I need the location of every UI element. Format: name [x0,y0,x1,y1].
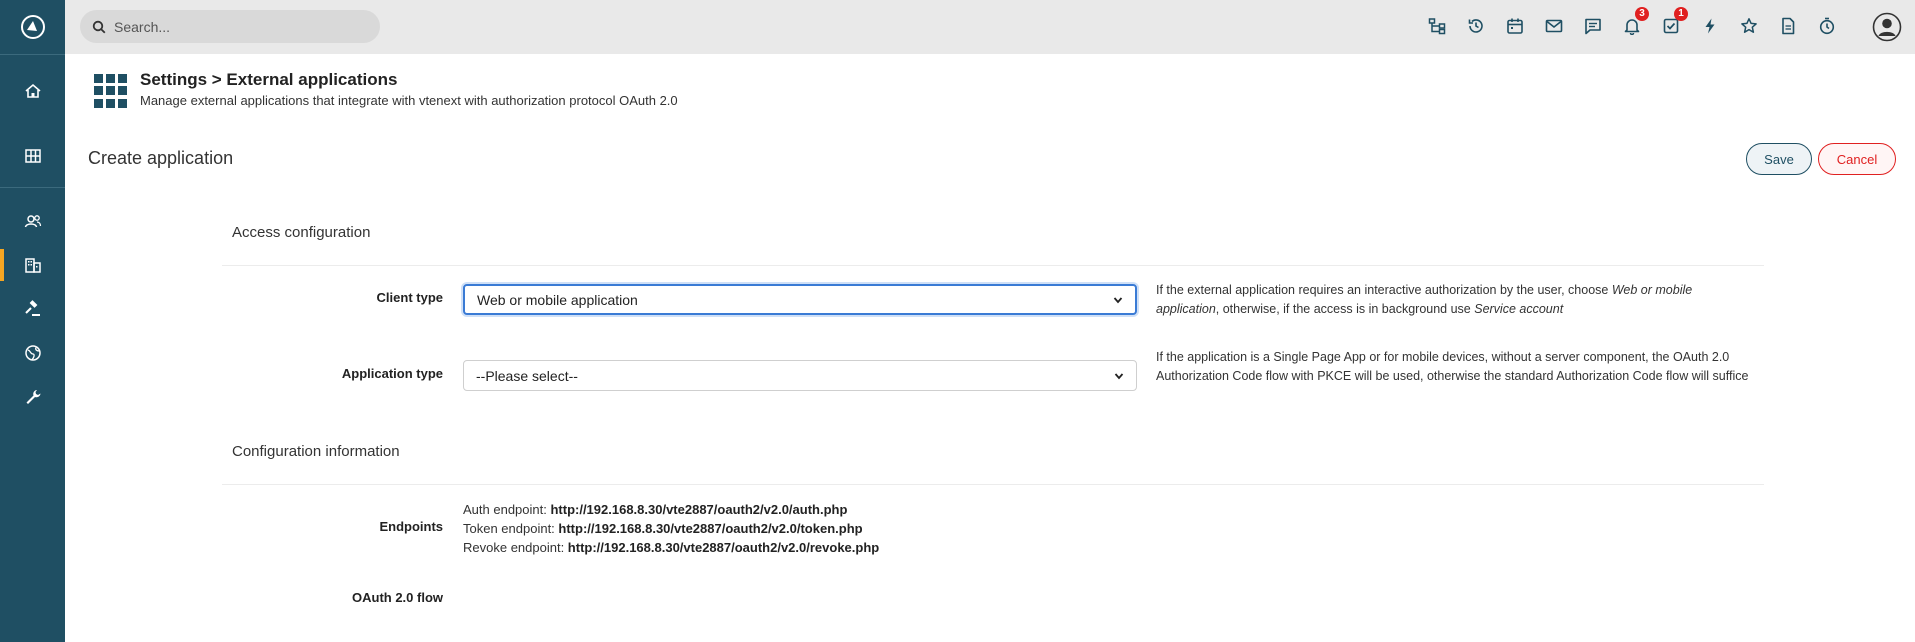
search-box[interactable] [80,10,380,43]
application-type-select[interactable]: --Please select-- [463,360,1137,391]
client-type-label: Client type [376,290,443,305]
notification-badge: 3 [1635,7,1649,21]
client-type-help: If the external application requires an … [1156,281,1756,319]
hierarchy-icon[interactable] [1425,14,1449,38]
divider [222,484,1764,485]
search-icon [92,20,106,33]
client-type-value: Web or mobile application [477,291,638,308]
application-type-value: --Please select-- [476,367,578,384]
save-button[interactable]: Save [1746,143,1812,175]
section-title: Create application [88,148,234,168]
chevron-down-icon [1114,372,1124,379]
sidebar-divider [0,54,65,55]
access-configuration-title: Access configuration [232,224,371,241]
token-endpoint-url: http://192.168.8.30/vte2887/oauth2/v2.0/… [558,521,863,536]
revoke-endpoint-label: Revoke endpoint: [463,540,568,555]
revoke-endpoint-url: http://192.168.8.30/vte2887/oauth2/v2.0/… [567,540,880,555]
sidebar-divider [0,187,65,188]
auth-endpoint-url: http://192.168.8.30/vte2887/oauth2/v2.0/… [550,502,848,517]
timer-icon[interactable] [1815,14,1839,38]
client-type-help-service: Service account [1474,302,1564,316]
grid-icon[interactable] [0,134,65,178]
building-icon[interactable] [0,243,65,287]
chat-icon[interactable] [1581,14,1605,38]
star-icon[interactable] [1737,14,1761,38]
users-icon[interactable] [0,199,65,243]
token-endpoint-label: Token endpoint: [463,521,559,536]
bell-icon[interactable]: 3 [1620,7,1649,38]
page-subtitle: Manage external applications that integr… [140,93,678,108]
calendar-icon[interactable] [1503,14,1527,38]
revoke-endpoint: Revoke endpoint: http://192.168.8.30/vte… [463,540,879,555]
document-icon[interactable] [1776,14,1800,38]
client-type-help-text: If the external application requires an … [1156,283,1612,297]
avatar[interactable] [1870,10,1904,44]
chevron-down-icon [1113,296,1123,303]
search-input[interactable] [114,18,364,35]
client-type-help-text-2: , otherwise, if the access is in backgro… [1215,302,1475,316]
configuration-information-title: Configuration information [232,443,400,460]
apps-grid-icon [94,74,128,108]
home-icon[interactable] [0,69,65,113]
task-check-icon[interactable]: 1 [1659,7,1688,38]
application-type-help: If the application is a Single Page App … [1156,350,1749,383]
wrench-icon[interactable] [0,375,65,419]
auth-endpoint-label: Auth endpoint: [463,502,551,517]
page-title: Settings > External applications [140,70,398,89]
token-endpoint: Token endpoint: http://192.168.8.30/vte2… [463,521,863,536]
mail-icon[interactable] [1542,14,1566,38]
history-icon[interactable] [1464,14,1488,38]
endpoints-label: Endpoints [379,519,443,534]
app-logo-icon[interactable] [0,0,65,54]
top-bar: 3 1 [65,0,1915,54]
user-avatar-icon [1872,12,1902,42]
oauth-flow-label: OAuth 2.0 flow [352,590,443,605]
lightning-icon[interactable] [1698,14,1722,38]
cancel-button[interactable]: Cancel [1818,143,1896,175]
client-type-select[interactable]: Web or mobile application [463,284,1137,315]
auth-endpoint: Auth endpoint: http://192.168.8.30/vte28… [463,502,847,517]
application-type-label: Application type [341,366,443,381]
divider [222,265,1764,266]
sidebar [0,0,65,642]
tasks-badge: 1 [1674,7,1688,21]
